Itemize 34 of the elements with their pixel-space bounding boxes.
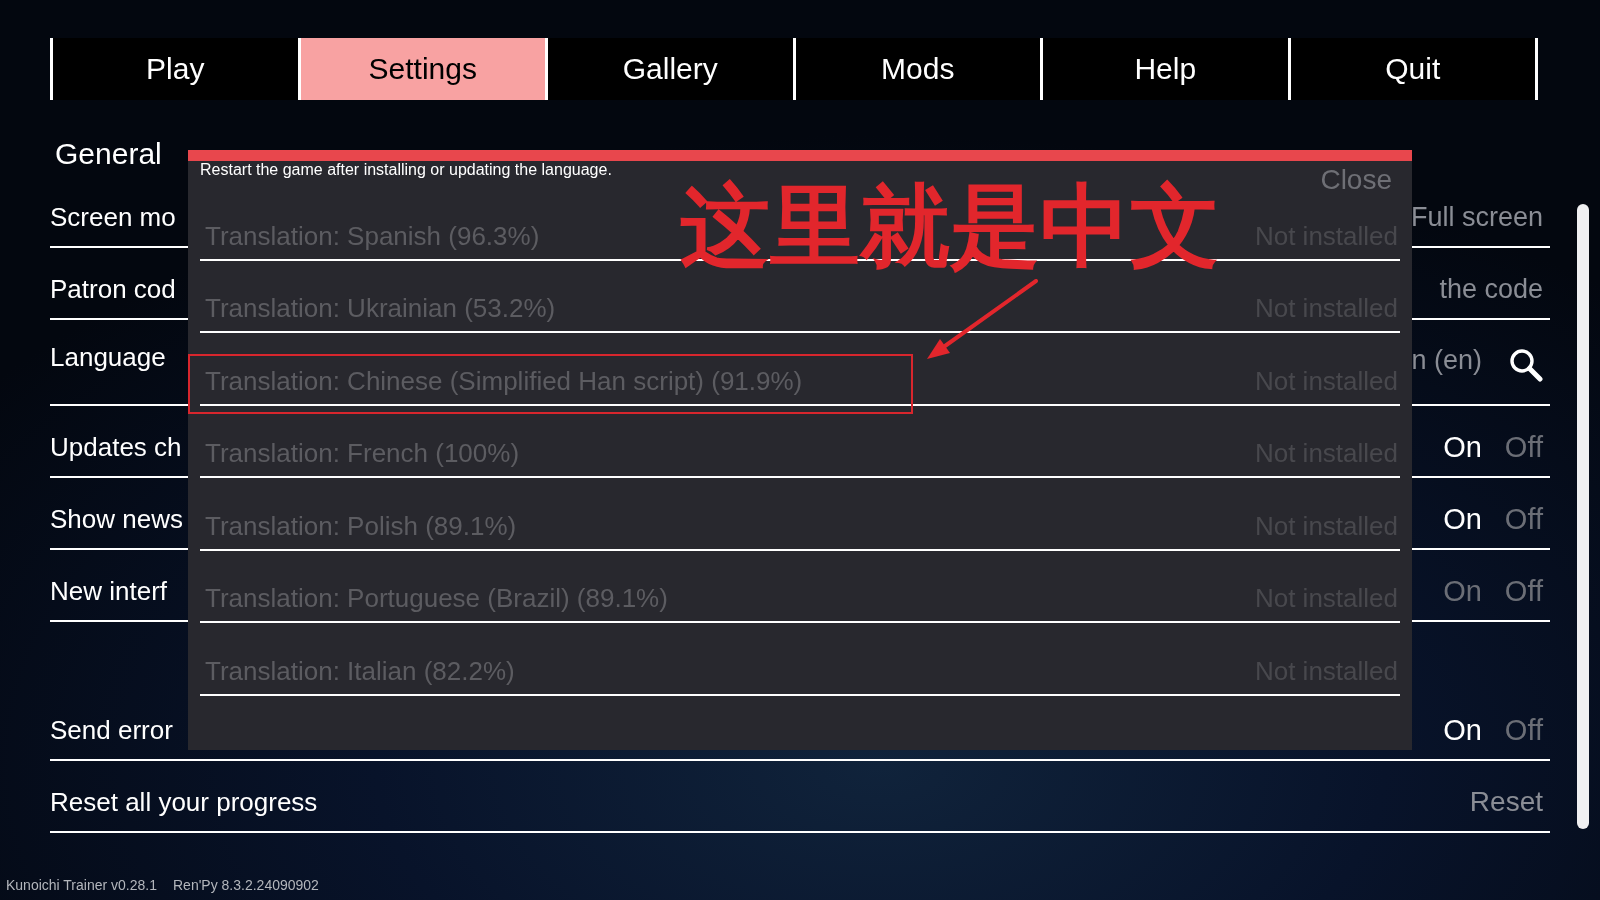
setting-label: Send error	[50, 715, 173, 745]
annotation-text: 这里就是中文	[680, 180, 1220, 272]
setting-label: Screen mo	[50, 202, 176, 232]
nav-tab[interactable]: Settings	[297, 38, 545, 100]
toggle-option[interactable]: On	[1443, 576, 1482, 606]
section-tab[interactable]: General	[55, 132, 162, 176]
version-label: Kunoichi Trainer v0.28.1	[6, 876, 157, 894]
toggle-option[interactable]: Off	[1504, 504, 1543, 534]
setting-label: Reset all your progress	[50, 787, 318, 817]
toggle-option[interactable]: On	[1443, 504, 1482, 534]
nav-tab[interactable]: Mods	[792, 38, 1040, 100]
search-icon[interactable]	[1509, 348, 1543, 382]
setting-label: Language	[50, 342, 166, 372]
setting-label: Show news	[50, 504, 183, 534]
setting-label: New interf	[50, 576, 168, 606]
toggle-option[interactable]: Off	[1504, 432, 1543, 462]
setting-value[interactable]: n (en)	[1411, 345, 1482, 375]
toggle-option[interactable]: Off	[1504, 576, 1543, 606]
reset-button[interactable]: Reset	[1469, 787, 1543, 817]
close-button[interactable]: Close	[1320, 166, 1392, 194]
nav-tab[interactable]: Play	[50, 38, 298, 100]
setting-value[interactable]: the code	[1439, 274, 1543, 304]
nav-tab[interactable]: Help	[1040, 38, 1288, 100]
scrollbar[interactable]	[1577, 204, 1589, 829]
version-label: Ren'Py 8.3.2.24090902	[173, 876, 319, 894]
toggle-option[interactable]: On	[1443, 432, 1482, 462]
nav-tab[interactable]: Quit	[1287, 38, 1538, 100]
toggle-option[interactable]: On	[1443, 715, 1482, 745]
toggle-option[interactable]: Off	[1504, 715, 1543, 745]
setting-label: Patron cod	[50, 274, 176, 304]
nav-tab[interactable]: Gallery	[545, 38, 793, 100]
setting-label: Updates ch	[50, 432, 182, 462]
dialog-message: Restart the game after installing or updating the language.	[200, 161, 612, 178]
setting-value[interactable]: Full screen	[1410, 202, 1543, 232]
